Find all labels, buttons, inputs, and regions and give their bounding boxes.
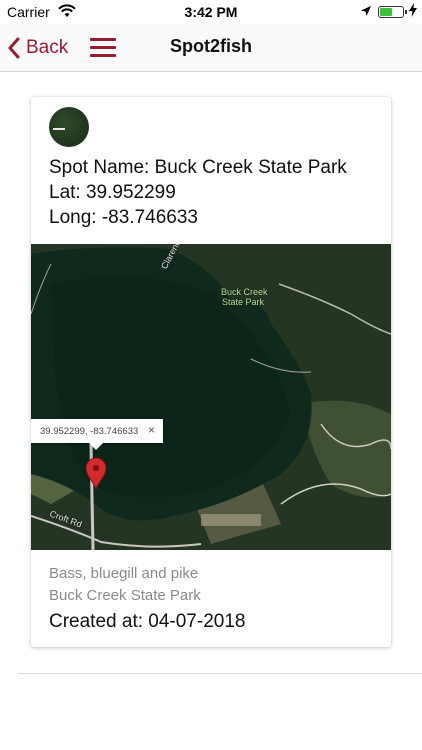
divider	[18, 673, 422, 674]
spot-details: Bass, bluegill and pike Buck Creek State…	[49, 563, 379, 633]
charging-bolt-icon	[409, 3, 417, 20]
spot-info: Spot Name: Buck Creek State Park Lat: 39…	[49, 155, 379, 230]
callout-coordinates: 39.952299, -83.746633	[40, 425, 139, 437]
nav-bar: Back Spot2fish	[0, 24, 422, 72]
spot-longitude: Long: -83.746633	[49, 207, 198, 228]
spot-card: Spot Name: Buck Creek State Park Lat: 39…	[31, 97, 391, 647]
callout-close-icon[interactable]: ×	[148, 423, 155, 437]
map-park-label-line1: Buck Creek	[221, 287, 268, 297]
status-bar: Carrier 3:42 PM	[0, 0, 422, 24]
status-time: 3:42 PM	[184, 4, 238, 20]
map-pin-callout: 39.952299, -83.746633 ×	[31, 419, 163, 450]
fish-types: Bass, bluegill and pike	[49, 565, 199, 582]
spot-location: Buck Creek State Park	[49, 587, 201, 604]
created-date: Created at: 04-07-2018	[49, 611, 246, 632]
spot-latitude: Lat: 39.952299	[49, 182, 176, 203]
spot-avatar	[49, 107, 89, 147]
battery-icon	[378, 6, 407, 18]
spot-map[interactable]: Clarence J Brown Buck Creek State Park C…	[31, 244, 391, 550]
spot-name: Spot Name: Buck Creek State Park	[49, 157, 347, 178]
satellite-map-image	[31, 244, 391, 550]
location-arrow-icon	[360, 4, 372, 20]
page-title: Spot2fish	[169, 36, 252, 56]
map-park-label-line2: State Park	[222, 297, 265, 307]
